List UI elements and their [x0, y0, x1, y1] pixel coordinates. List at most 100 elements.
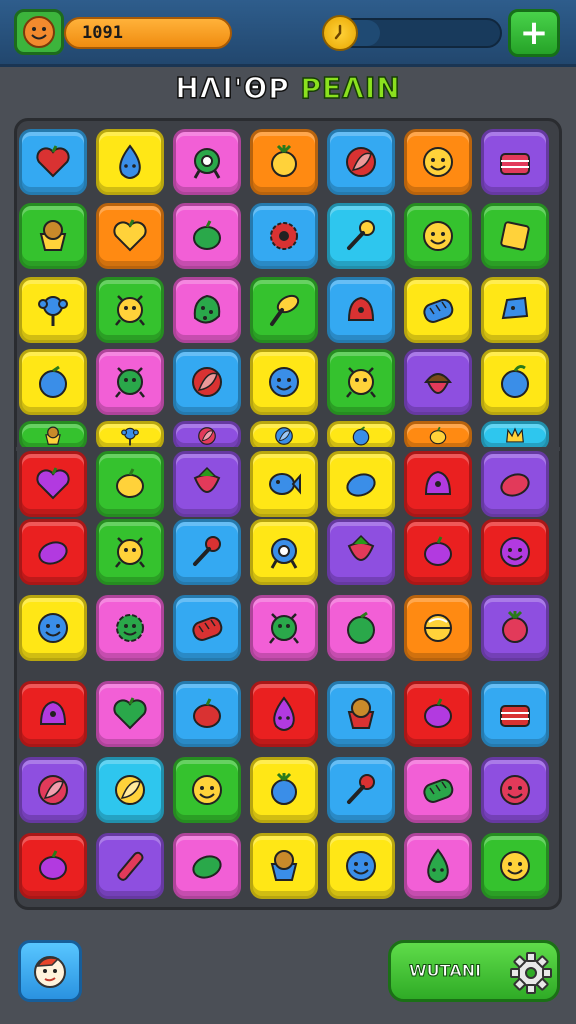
tile-face[interactable] — [173, 757, 241, 823]
tile-fish[interactable] — [250, 451, 318, 517]
tile-bread[interactable] — [173, 595, 241, 661]
tile-leaf[interactable] — [173, 349, 241, 415]
plum-icon — [424, 536, 452, 566]
tile-face[interactable] — [481, 833, 549, 899]
acorn-icon — [423, 373, 453, 394]
tile-key[interactable] — [327, 203, 395, 269]
tile-lemon[interactable] — [327, 451, 395, 517]
tile-cup[interactable] — [327, 681, 395, 747]
tile-face[interactable] — [19, 595, 87, 661]
tile-cake[interactable] — [481, 681, 549, 747]
game-board — [14, 118, 562, 910]
leaf-icon — [198, 427, 216, 445]
tile-cup[interactable] — [250, 833, 318, 899]
action-button[interactable]: WUTANI — [388, 940, 560, 1002]
stick-icon — [117, 851, 144, 881]
key-icon — [347, 774, 375, 804]
tile-berry[interactable] — [250, 757, 318, 823]
tile-heart[interactable] — [96, 203, 164, 269]
tile-ball[interactable] — [404, 595, 472, 661]
orange-icon — [352, 426, 370, 446]
smiley-face-icon — [23, 16, 55, 48]
tile-plum[interactable] — [404, 519, 472, 585]
tile-orange[interactable] — [327, 595, 395, 661]
tile-heart[interactable] — [19, 451, 87, 517]
tile-drop[interactable] — [96, 129, 164, 195]
action-button-label: WUTANI — [408, 961, 482, 981]
gear-icon — [270, 222, 298, 250]
drop-icon — [119, 144, 141, 179]
tile-bread[interactable] — [404, 757, 472, 823]
tile-bread[interactable] — [404, 277, 472, 343]
tile-lemon[interactable] — [173, 833, 241, 899]
player-avatar[interactable] — [14, 9, 64, 55]
add-button[interactable]: + — [508, 9, 560, 57]
tile-ring[interactable] — [250, 519, 318, 585]
blob-icon — [424, 470, 452, 495]
heart-icon — [113, 219, 147, 252]
tile-cup[interactable] — [19, 203, 87, 269]
tile-critter[interactable] — [96, 349, 164, 415]
lemon-icon — [346, 473, 376, 497]
berry-icon — [271, 144, 297, 177]
tile-key[interactable] — [173, 519, 241, 585]
tile-plum[interactable] — [173, 681, 241, 747]
tile-critter[interactable] — [250, 595, 318, 661]
tile-sprout[interactable] — [19, 277, 87, 343]
tile-stick[interactable] — [96, 833, 164, 899]
tile-face[interactable] — [404, 203, 472, 269]
tile-lemon[interactable] — [481, 451, 549, 517]
tile-leaf[interactable] — [96, 757, 164, 823]
tile-plum[interactable] — [96, 451, 164, 517]
plum-icon — [193, 698, 221, 728]
tile-plum[interactable] — [404, 681, 472, 747]
tile-apple[interactable] — [481, 349, 549, 415]
tile-blob[interactable] — [19, 681, 87, 747]
tile-chip[interactable] — [481, 277, 549, 343]
heart-icon — [113, 697, 147, 730]
plum-icon — [116, 468, 144, 498]
tile-orange[interactable] — [19, 349, 87, 415]
tile-blob[interactable] — [404, 451, 472, 517]
tile-ring[interactable] — [173, 129, 241, 195]
tile-sun[interactable] — [96, 595, 164, 661]
tile-brush[interactable] — [250, 277, 318, 343]
tile-face[interactable] — [481, 519, 549, 585]
tile-strawberry[interactable] — [327, 519, 395, 585]
tile-key[interactable] — [327, 757, 395, 823]
tile-plum[interactable] — [19, 833, 87, 899]
tile-leaf[interactable] — [19, 757, 87, 823]
tile-berry[interactable] — [481, 595, 549, 661]
tile-face[interactable] — [404, 129, 472, 195]
heart-icon — [36, 467, 70, 500]
tile-blob[interactable] — [327, 277, 395, 343]
tile-face[interactable] — [250, 349, 318, 415]
tile-cake[interactable] — [481, 129, 549, 195]
hint-button[interactable] — [18, 940, 82, 1002]
tile-drop[interactable] — [404, 833, 472, 899]
tile-critter[interactable] — [327, 349, 395, 415]
tile-critter[interactable] — [96, 519, 164, 585]
tile-face[interactable] — [481, 757, 549, 823]
tile-heart[interactable] — [19, 129, 87, 195]
tile-box[interactable] — [481, 203, 549, 269]
crown-icon — [506, 427, 524, 443]
tile-plum[interactable] — [173, 203, 241, 269]
tile-lemon[interactable] — [19, 519, 87, 585]
sprout-icon — [121, 427, 139, 446]
tile-berry[interactable] — [250, 129, 318, 195]
tile-strawberry[interactable] — [173, 451, 241, 517]
face-icon — [346, 851, 376, 881]
tile-leaf[interactable] — [327, 129, 395, 195]
box-icon — [500, 221, 530, 251]
tile-spotted[interactable] — [173, 277, 241, 343]
tile-drop[interactable] — [250, 681, 318, 747]
tile-acorn[interactable] — [404, 349, 472, 415]
apple-icon — [501, 365, 529, 398]
tile-face[interactable] — [327, 833, 395, 899]
cup-icon — [45, 426, 61, 445]
tile-gear[interactable] — [250, 203, 318, 269]
tile-critter[interactable] — [96, 277, 164, 343]
tile-heart[interactable] — [96, 681, 164, 747]
gear-icon — [510, 952, 552, 994]
